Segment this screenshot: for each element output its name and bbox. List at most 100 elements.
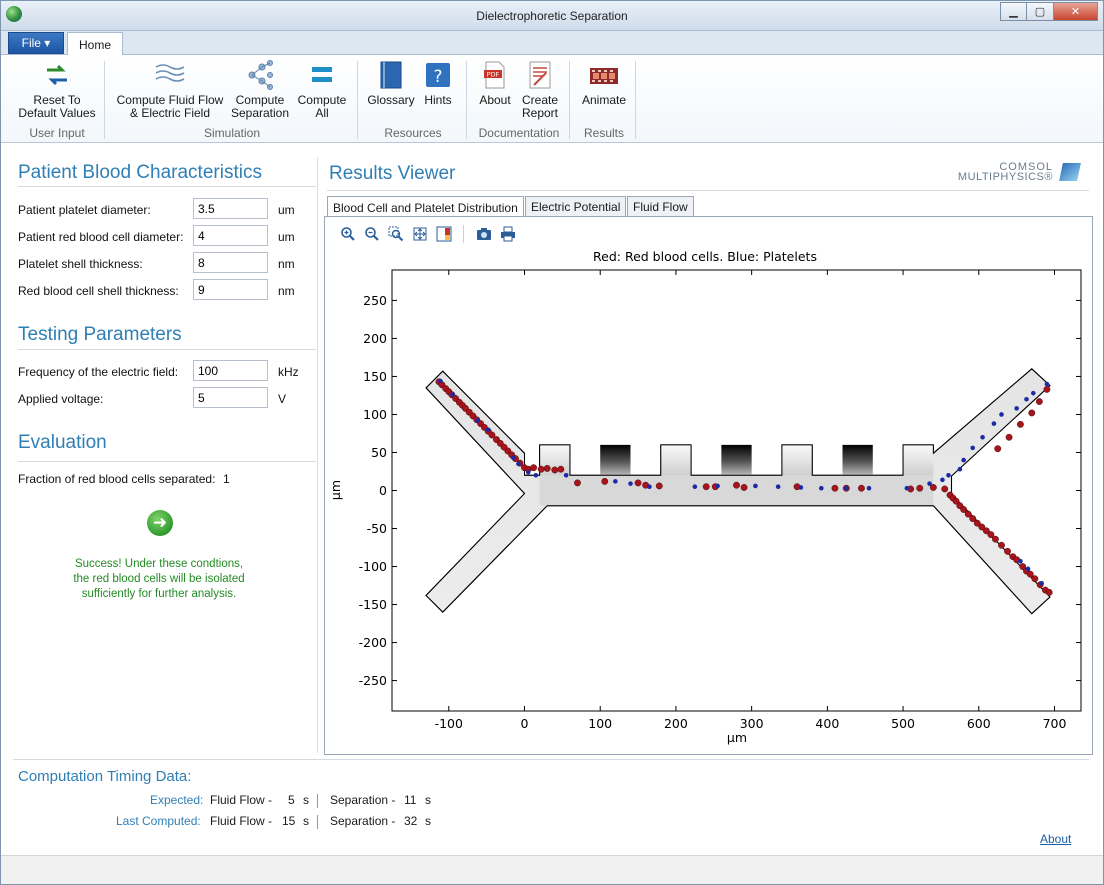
platelet-point <box>843 485 849 491</box>
red-blood-cell-point <box>530 464 537 472</box>
tab-home[interactable]: Home <box>67 32 123 56</box>
red-blood-cell-point <box>941 485 949 493</box>
section-rule <box>18 349 316 350</box>
platelet-point <box>1025 566 1031 572</box>
platelet-point <box>970 445 976 451</box>
platelet-diameter-input[interactable] <box>193 198 268 219</box>
about-link[interactable]: About <box>1040 832 1071 846</box>
last-computed-label: Last Computed: <box>116 814 201 828</box>
compute-all-button[interactable]: Compute All <box>291 59 353 120</box>
voltage-label: Applied voltage: <box>18 392 104 406</box>
patient-section-title: Patient Blood Characteristics <box>18 162 262 183</box>
timing-title: Computation Timing Data: <box>18 768 192 785</box>
print-icon[interactable] <box>500 226 516 242</box>
zoom-box-icon[interactable] <box>388 226 404 242</box>
minimize-button[interactable]: ▁ <box>1000 2 1027 21</box>
section-rule <box>18 186 316 187</box>
rbc-diameter-input[interactable] <box>193 225 268 246</box>
platelet-point <box>1044 381 1050 387</box>
tab-fluid-flow[interactable]: Fluid Flow <box>627 196 694 217</box>
platelet-shell-input[interactable] <box>193 252 268 273</box>
last-sep-value: 32 <box>404 814 418 828</box>
title-bar: Dielectrophoretic Separation ▁ ▢ ✕ <box>1 1 1103 31</box>
frequency-unit: kHz <box>278 365 299 379</box>
y-tick-label: 250 <box>363 293 387 308</box>
red-blood-cell-point <box>1004 547 1011 555</box>
hints-button[interactable]: ? Hints <box>419 59 457 107</box>
well <box>781 444 813 476</box>
red-blood-cell-point <box>992 535 999 543</box>
zoom-out-icon[interactable] <box>364 226 380 242</box>
compute-all-label-1: Compute <box>297 93 347 107</box>
x-tick-label: -100 <box>435 716 463 731</box>
platelet-point <box>692 484 698 489</box>
voltage-input[interactable] <box>193 387 268 408</box>
electrode <box>721 444 752 476</box>
fraction-value: 1 <box>223 472 230 486</box>
last-sep-label: Separation - <box>330 814 396 828</box>
app-window: Dielectrophoretic Separation ▁ ▢ ✕ File … <box>0 0 1104 885</box>
x-tick-label: 0 <box>521 716 529 731</box>
hints-label: Hints <box>424 93 452 107</box>
compute-separation-button[interactable]: Compute Separation <box>229 59 291 120</box>
maximize-button[interactable]: ▢ <box>1027 2 1054 21</box>
group-resources: Resources <box>384 126 442 140</box>
platelet-point <box>798 485 804 490</box>
ribbon-separator <box>357 61 358 139</box>
color-table-icon[interactable] <box>436 226 452 242</box>
red-blood-cell-point <box>916 484 924 492</box>
platelet-point <box>533 472 539 478</box>
group-results: Results <box>583 126 624 140</box>
x-tick-label: 600 <box>967 716 991 731</box>
reset-defaults-button[interactable]: Reset To Default Values <box>15 59 99 120</box>
compute-flow-label-2: & Electric Field <box>129 106 211 120</box>
results-viewer-title: Results Viewer <box>329 163 456 184</box>
ribbon: Reset To Default Values User Input Compu… <box>1 55 1103 143</box>
platelet-point <box>961 457 966 463</box>
about-button[interactable]: PDF About <box>473 59 517 107</box>
well <box>903 444 934 476</box>
file-menu-tab[interactable]: File ▾ <box>8 32 64 54</box>
window-title: Dielectrophoretic Separation <box>476 9 628 23</box>
x-tick-label: 200 <box>664 716 688 731</box>
platelet-point <box>1014 406 1019 411</box>
red-blood-cell-point <box>1043 385 1051 393</box>
red-blood-cell-point <box>994 445 1002 453</box>
evaluation-section-title: Evaluation <box>18 432 107 453</box>
timing-separator <box>317 794 318 808</box>
compute-fluid-flow-button[interactable]: Compute Fluid Flow & Electric Field <box>111 59 229 120</box>
red-blood-cell-point <box>655 482 663 490</box>
frequency-input[interactable] <box>193 360 268 381</box>
platelet-point <box>647 484 652 489</box>
red-blood-cell-point <box>1005 433 1013 441</box>
platelet-point <box>1024 396 1029 402</box>
logo-line-2: MULTIPHYSICS® <box>957 171 1053 183</box>
electrode <box>842 444 873 476</box>
camera-icon[interactable] <box>476 226 492 242</box>
close-button[interactable]: ✕ <box>1054 2 1098 21</box>
red-blood-cell-point <box>702 483 710 491</box>
create-report-button[interactable]: Create Report <box>517 59 563 120</box>
platelet-point <box>1031 390 1036 396</box>
tab-blood-cell-distribution[interactable]: Blood Cell and Platelet Distribution <box>327 196 524 218</box>
animate-button[interactable]: Animate <box>575 59 633 107</box>
window-controls: ▁ ▢ ✕ <box>1000 2 1098 21</box>
report-icon <box>529 61 551 89</box>
last-flow-value: 15 <box>282 814 296 828</box>
y-tick-label: -50 <box>367 521 387 536</box>
y-tick-label: -150 <box>359 597 387 612</box>
zoom-in-icon[interactable] <box>340 226 356 242</box>
reset-label-2: Default Values <box>18 106 96 120</box>
glossary-button[interactable]: Glossary <box>363 59 419 107</box>
y-tick-label: -200 <box>359 635 387 650</box>
zoom-extents-icon[interactable] <box>412 226 428 242</box>
ribbon-separator <box>569 61 570 139</box>
footer-rule <box>13 759 1089 760</box>
tab-electric-potential[interactable]: Electric Potential <box>525 196 627 217</box>
x-tick-label: 100 <box>588 716 612 731</box>
platelet-point <box>485 427 491 432</box>
y-tick-label: -250 <box>359 673 387 688</box>
rbc-shell-input[interactable] <box>193 279 268 300</box>
platelet-point <box>450 392 455 397</box>
success-message: Success! Under these condtions, the red … <box>39 557 279 602</box>
